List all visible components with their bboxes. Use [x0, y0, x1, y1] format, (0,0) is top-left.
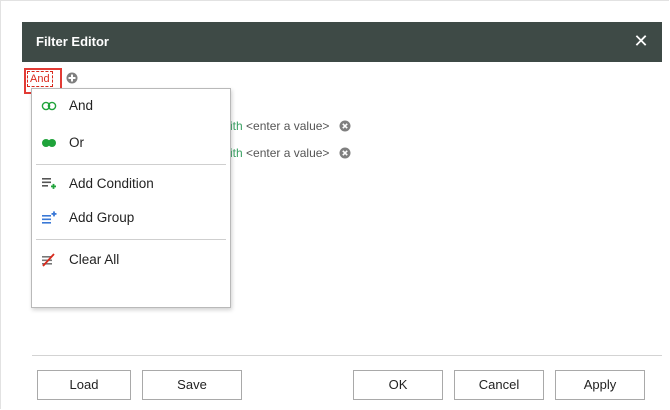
condition-operator[interactable]: ith — [230, 146, 243, 160]
remove-condition-icon[interactable] — [339, 147, 351, 159]
menu-item-or[interactable]: Or — [33, 127, 229, 159]
load-button[interactable]: Load — [37, 370, 131, 400]
and-operator-icon — [41, 101, 57, 111]
apply-button[interactable]: Apply — [555, 370, 645, 400]
menu-item-label: And — [69, 98, 94, 113]
save-button[interactable]: Save — [142, 370, 242, 400]
menu-separator — [36, 239, 226, 240]
dialog-titlebar: Filter Editor ✕ — [22, 22, 662, 62]
add-condition-icon — [42, 178, 56, 189]
condition-row: ith <enter a value> — [230, 119, 351, 135]
add-group-icon — [42, 211, 57, 224]
add-icon[interactable] — [66, 72, 78, 84]
menu-item-and[interactable]: And — [33, 90, 229, 122]
menu-item-add-condition[interactable]: Add Condition — [33, 168, 229, 200]
menu-item-add-group[interactable]: Add Group — [33, 202, 229, 234]
dialog-title: Filter Editor — [36, 34, 109, 49]
condition-value[interactable]: <enter a value> — [246, 119, 329, 133]
cancel-button[interactable]: Cancel — [454, 370, 544, 400]
clear-all-icon — [42, 253, 55, 267]
condition-value[interactable]: <enter a value> — [246, 146, 329, 160]
menu-item-label: Clear All — [69, 252, 120, 267]
menu-item-label: Or — [69, 135, 84, 150]
footer-divider — [32, 355, 662, 356]
operator-context-menu: And Or Add Condition Add Group Clear All — [31, 88, 231, 308]
condition-operator[interactable]: ith — [230, 119, 243, 133]
or-operator-icon — [42, 139, 56, 147]
menu-item-label: Add Condition — [69, 176, 154, 191]
menu-item-label: Add Group — [69, 210, 135, 225]
condition-row: ith <enter a value> — [230, 146, 351, 162]
ok-button[interactable]: OK — [353, 370, 443, 400]
filter-editor-dialog: Filter Editor ✕ And ith <enter a value> … — [22, 22, 662, 402]
remove-condition-icon[interactable] — [339, 120, 351, 132]
menu-separator — [36, 164, 226, 165]
menu-item-clear-all[interactable]: Clear All — [33, 244, 229, 276]
close-icon[interactable]: ✕ — [630, 30, 652, 52]
